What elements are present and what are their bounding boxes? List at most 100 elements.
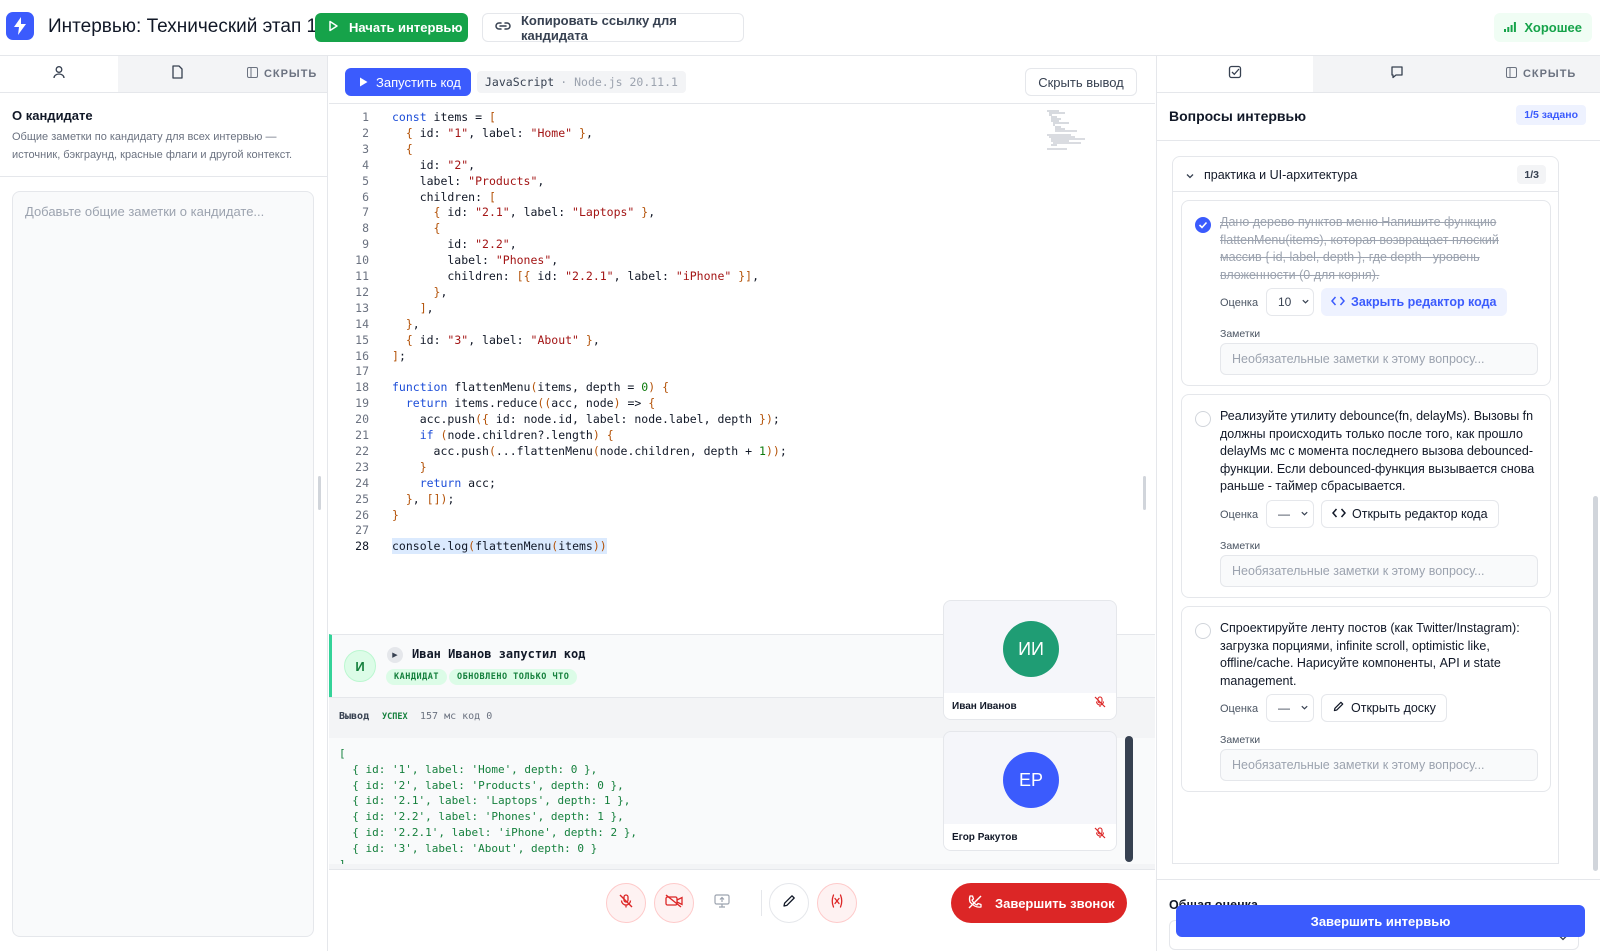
output-line: { id: '2.1', label: 'Laptops', depth: 1 … (339, 794, 631, 808)
code-line[interactable]: 9 id: "2.2", (329, 236, 1029, 252)
line-number: 27 (355, 523, 369, 538)
code-line[interactable]: 26} (329, 507, 1029, 523)
tab-candidate[interactable] (0, 56, 118, 92)
questions-scrollbar[interactable] (1593, 496, 1598, 871)
code-line[interactable]: 10 label: "Phones", (329, 252, 1029, 268)
code-text: } (392, 507, 399, 522)
question-checkbox[interactable] (1195, 217, 1211, 233)
question-section-header[interactable]: практика и UI-архитектура 1/3 (1172, 156, 1559, 192)
notes-label: Заметки (1220, 328, 1261, 340)
code-line[interactable]: 28 console.log(flattenMenu(items)) (329, 538, 1029, 555)
code-line[interactable]: 18 function flattenMenu(items, depth = 0)… (329, 379, 1029, 395)
code-line[interactable]: 6 children: [ (329, 189, 1029, 205)
code-line[interactable]: 17 (329, 363, 1029, 379)
score-value: 10 (1278, 295, 1292, 309)
video-scrollbar[interactable] (1125, 736, 1133, 862)
code-line[interactable]: 7 { id: "2.1", label: "Laptops" }, (329, 204, 1029, 220)
code-line[interactable]: 4 id: "2", (329, 157, 1029, 173)
clear-variables-button[interactable] (817, 883, 857, 923)
code-text: { (433, 221, 441, 236)
question-checkbox[interactable] (1195, 623, 1211, 639)
code-line[interactable]: 5 label: "Products", (329, 173, 1029, 189)
code-line[interactable]: 23 } (329, 459, 1029, 475)
question-notes-input[interactable]: Необязательные заметки к этому вопросу..… (1220, 555, 1538, 587)
copy-candidate-link-button[interactable]: Копировать ссылку для кандидата (482, 12, 744, 43)
mute-mic-button[interactable] (606, 883, 646, 923)
whiteboard-button[interactable] (769, 883, 809, 923)
play-icon (359, 75, 368, 90)
hide-right-panel-button[interactable]: СКРЫТЬ (1482, 56, 1600, 92)
score-select[interactable]: — (1266, 500, 1314, 528)
code-text: console.log(flattenMenu(items)) (392, 538, 607, 555)
start-interview-button[interactable]: Начать интервью (315, 13, 468, 42)
candidate-notes-input[interactable]: Добавьте общие заметки о кандидате... (12, 191, 314, 937)
code-text: ], (419, 300, 434, 315)
line-number: 24 (355, 475, 369, 490)
code-line[interactable]: 22 acc.push(...flattenMenu(node.children… (329, 443, 1029, 459)
line-number: 5 (362, 173, 369, 188)
left-resize-handle[interactable] (318, 476, 321, 510)
hide-left-panel-button[interactable]: СКРЫТЬ (237, 56, 327, 92)
code-line[interactable]: 15 { id: "3", label: "About" }, (329, 332, 1029, 348)
video-tile[interactable]: ЕР Егор Ракутов (943, 731, 1117, 851)
code-line[interactable]: 2 { id: "1", label: "Home" }, (329, 125, 1029, 141)
score-label: Оценка (1220, 703, 1259, 715)
copy-link-label: Копировать ссылку для кандидата (521, 12, 677, 43)
language-selector[interactable]: JavaScript · Node.js 20.11.1 (477, 71, 686, 93)
tab-chat[interactable] (1312, 56, 1483, 92)
open-code-editor-button[interactable]: Открыть редактор кода (1321, 500, 1499, 528)
mic-off-icon (1094, 826, 1106, 844)
end-call-button[interactable]: Завершить звонок (951, 883, 1127, 923)
share-screen-button[interactable] (702, 883, 742, 923)
open-whiteboard-button[interactable]: Открыть доску (1321, 694, 1447, 722)
close-code-editor-button[interactable]: Закрыть редактор кода (1321, 288, 1507, 316)
code-line[interactable]: 14 }, (329, 316, 1029, 332)
code-line[interactable]: 20 acc.push({ id: node.id, label: node.l… (329, 411, 1029, 427)
sidebar-collapse-icon (246, 67, 258, 81)
play-small-icon: ▶ (387, 647, 403, 663)
code-line[interactable]: 16]; (329, 348, 1029, 364)
lightning-logo-icon[interactable] (6, 12, 34, 40)
question-notes-input[interactable]: Необязательные заметки к этому вопросу..… (1220, 343, 1538, 375)
run-code-label: Запустить код (376, 74, 461, 90)
language-name: JavaScript (485, 75, 555, 89)
code-line[interactable]: 1 const items = [ (329, 109, 1029, 125)
code-line[interactable]: 3 { (329, 141, 1029, 157)
code-line[interactable]: 8 { (329, 220, 1029, 236)
finish-interview-button[interactable]: Завершить интервью (1176, 905, 1585, 937)
controls-divider (761, 890, 762, 916)
code-line[interactable]: 27 (329, 522, 1029, 538)
tab-questions[interactable] (1157, 56, 1313, 92)
mic-off-icon (1094, 695, 1106, 713)
call-controls: Завершить звонок (329, 869, 1155, 951)
link-icon (495, 20, 511, 35)
output-line: { id: '2.2.1', label: 'iPhone', depth: 2… (339, 826, 638, 839)
line-number: 11 (355, 269, 369, 283)
line-number: 20 (355, 412, 369, 427)
video-tile[interactable]: ИИ Иван Иванов (943, 600, 1117, 720)
right-resize-handle[interactable] (1143, 476, 1146, 510)
code-line[interactable]: 13 ], (329, 300, 1029, 316)
code-line[interactable]: 25 }, []); (329, 491, 1029, 507)
code-line[interactable]: 12 }, (329, 284, 1029, 300)
code-line[interactable]: 24 return acc; (329, 475, 1029, 491)
code-line[interactable]: 21 if (node.children?.length) { (329, 427, 1029, 443)
code-minimap[interactable] (1047, 110, 1092, 150)
score-select[interactable]: 10 (1266, 288, 1314, 316)
code-line[interactable]: 19 return items.reduce((acc, node) => { (329, 395, 1029, 411)
camera-off-button[interactable] (654, 883, 694, 923)
code-line[interactable]: 11 children: [{ id: "2.2.1", label: "iPh… (329, 268, 1029, 284)
run-code-button[interactable]: Запустить код (345, 68, 471, 96)
participant-name: Иван Иванов (944, 693, 1116, 719)
question-notes-input[interactable]: Необязательные заметки к этому вопросу..… (1220, 749, 1538, 781)
candidate-section-description: Общие заметки по кандидату для всех инте… (12, 131, 293, 161)
line-number: 9 (362, 237, 369, 252)
score-select[interactable]: — (1266, 694, 1314, 722)
output-label: Вывод (339, 711, 370, 722)
document-icon (171, 64, 184, 84)
hide-output-button[interactable]: Скрыть вывод (1025, 68, 1137, 96)
question-checkbox[interactable] (1195, 411, 1211, 427)
code-text: id: "2", (392, 157, 476, 172)
tab-notes[interactable] (117, 56, 238, 92)
code-editor[interactable]: 1 const items = [2 { id: "1", label: "Hom… (329, 104, 1155, 644)
